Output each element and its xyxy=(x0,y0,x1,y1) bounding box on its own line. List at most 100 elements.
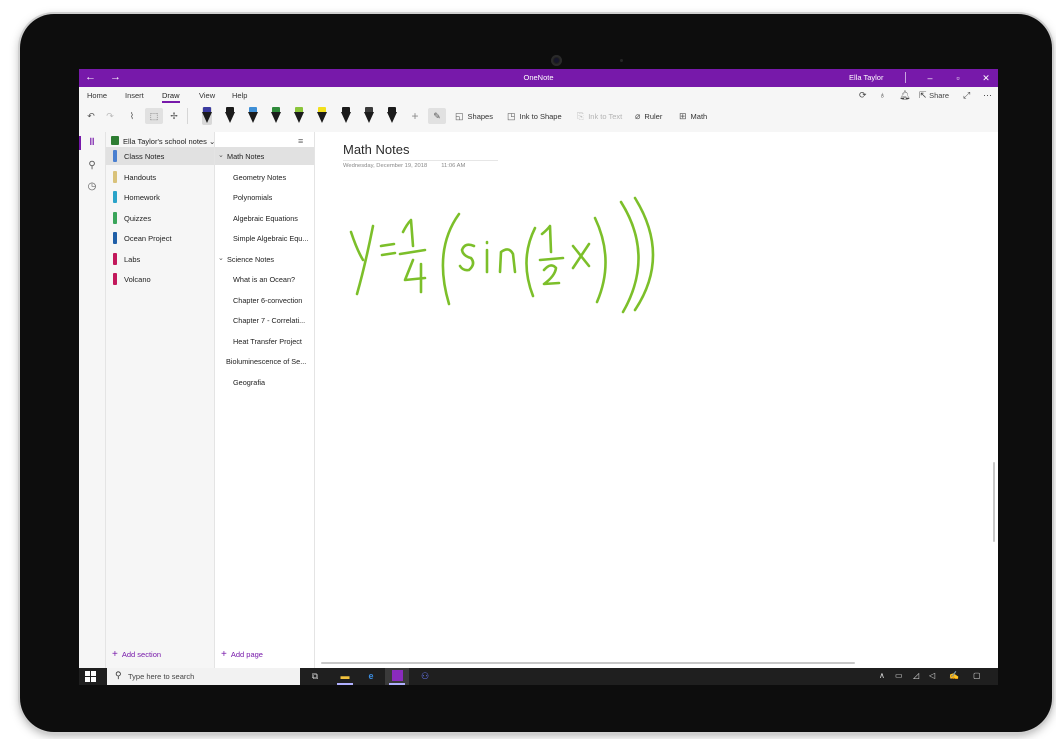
horizontal-scrollbar[interactable] xyxy=(321,662,855,664)
recent-clock-icon[interactable]: ◷ xyxy=(79,178,105,196)
chevron-down-icon[interactable]: ⌄ xyxy=(218,151,224,159)
lasso-select-icon[interactable]: ⌇ xyxy=(124,108,140,124)
section-item[interactable]: Ocean Project xyxy=(106,229,214,247)
pages-pane: ≡ ⌄ Math Notes Geometry Notes Polynomials Al… xyxy=(215,132,315,668)
ruler-icon: ⌀ xyxy=(635,111,641,121)
network-icon[interactable]: ◿ xyxy=(913,671,919,680)
user-name[interactable]: Ella Taylor xyxy=(849,73,883,82)
vertical-scrollbar[interactable] xyxy=(993,462,995,542)
start-tile xyxy=(91,671,96,676)
task-view-icon[interactable]: ⧉ xyxy=(303,668,327,685)
section-label: Handouts xyxy=(124,172,157,182)
page-group-item[interactable]: ⌄ Science Notes xyxy=(215,250,314,268)
page-item[interactable]: Chapter 7 - Correlati... xyxy=(215,311,314,329)
page-item[interactable]: What is an Ocean? xyxy=(215,270,314,288)
sort-pages-icon[interactable]: ≡ xyxy=(298,136,303,146)
draw-toolbar: ↶ ↷ ⌇ ⬚ ✢ + ✎ ◱ Shapes ◳ Ink to Shape ⎘ Ink… xyxy=(79,104,998,128)
notification-bell-icon[interactable]: 🔔︎ xyxy=(899,90,910,101)
page-item[interactable]: Simple Algebraic Equ... xyxy=(215,229,314,247)
notebooks-icon[interactable]: 𝍫 xyxy=(79,134,105,152)
section-item[interactable]: Handouts xyxy=(106,168,214,186)
chevron-down-icon[interactable]: ⌄ xyxy=(218,254,224,262)
taskbar-search-box[interactable]: ⚲ Type here to search xyxy=(107,668,300,685)
section-item[interactable]: Homework xyxy=(106,188,214,206)
page-item[interactable]: Geografia xyxy=(215,373,314,391)
ink-to-shape-button[interactable]: ◳ Ink to Shape xyxy=(507,109,562,123)
pen-4[interactable] xyxy=(271,107,281,125)
tab-draw[interactable]: Draw xyxy=(162,91,180,103)
pen-3[interactable] xyxy=(248,107,258,125)
action-center-icon[interactable]: ▢ xyxy=(973,671,981,680)
close-button[interactable]: ✕ xyxy=(977,71,995,85)
notebook-picker[interactable]: Ella Taylor's school notes ⌄ xyxy=(111,136,215,146)
pen-2[interactable] xyxy=(225,107,235,125)
add-page-button[interactable]: + Add page xyxy=(221,649,263,660)
highlighter-2[interactable] xyxy=(317,107,327,125)
fullscreen-icon[interactable]: ⤢ xyxy=(963,90,970,101)
minimize-button[interactable]: – xyxy=(921,71,939,85)
pen-6[interactable] xyxy=(364,107,374,125)
undo-icon[interactable]: ↶ xyxy=(85,108,97,124)
add-section-label: Add section xyxy=(121,650,162,659)
add-pen-icon[interactable]: + xyxy=(408,108,422,124)
start-tile xyxy=(91,677,96,682)
page-item[interactable]: Bioluminescence of Se... xyxy=(215,352,314,370)
page-group-item[interactable]: ⌄ Math Notes xyxy=(215,147,314,165)
chevron-up-icon[interactable]: ∧ xyxy=(879,671,885,680)
section-item[interactable]: Volcano xyxy=(106,270,214,288)
page-item[interactable]: Geometry Notes xyxy=(215,168,314,186)
volume-icon[interactable]: ◁ xyxy=(929,671,935,680)
add-space-icon[interactable]: ✢ xyxy=(167,108,181,124)
ink-stroke xyxy=(540,224,553,254)
teams-icon[interactable]: ⚇ xyxy=(413,668,437,685)
handwritten-equation[interactable] xyxy=(345,176,675,316)
ruler-button[interactable]: ⌀ Ruler xyxy=(635,109,662,123)
page-canvas[interactable]: Math Notes Wednesday, December 19, 2018 1… xyxy=(315,132,998,664)
notebook-name: Ella Taylor's school notes xyxy=(123,137,207,146)
more-options-icon[interactable]: ⋯ xyxy=(983,90,992,101)
section-label: Class Notes xyxy=(124,152,165,161)
lightbulb-icon[interactable]: ♁ xyxy=(879,90,886,100)
section-item[interactable]: Quizzes xyxy=(106,209,214,227)
section-item[interactable]: Class Notes xyxy=(106,147,214,165)
onenote-app-icon[interactable] xyxy=(385,668,409,685)
redo-icon[interactable]: ↷ xyxy=(104,108,116,124)
file-explorer-icon[interactable]: ▬ xyxy=(333,668,357,685)
share-button[interactable]: ⇱ Share xyxy=(919,90,949,101)
page-item[interactable]: Chapter 6-convection xyxy=(215,291,314,309)
sync-icon[interactable]: ⟳ xyxy=(859,90,867,101)
ink-stroke xyxy=(355,224,375,296)
section-color-swatch xyxy=(113,191,117,203)
highlighter-1[interactable] xyxy=(294,107,304,125)
page-item[interactable]: Algebraic Equations xyxy=(215,209,314,227)
ink-stroke xyxy=(398,248,427,256)
edge-browser-icon[interactable]: e xyxy=(359,668,383,685)
pen-5[interactable] xyxy=(341,107,351,125)
add-section-button[interactable]: + Add section xyxy=(112,649,161,660)
pen-7[interactable] xyxy=(387,107,397,125)
pen-1[interactable] xyxy=(202,107,212,125)
search-icon[interactable]: ⚲ xyxy=(79,157,105,175)
shapes-button[interactable]: ◱ Shapes xyxy=(455,109,493,123)
tab-help[interactable]: Help xyxy=(232,91,247,100)
windows-start-icon[interactable] xyxy=(85,671,96,682)
ink-to-text-button[interactable]: ⎘ Ink to Text xyxy=(577,109,622,123)
page-item[interactable]: Polynomials xyxy=(215,188,314,206)
battery-icon[interactable]: ▭ xyxy=(895,671,903,680)
tab-insert[interactable]: Insert xyxy=(125,91,144,100)
restore-button[interactable]: ▫ xyxy=(949,71,967,85)
tab-home[interactable]: Home xyxy=(87,91,107,100)
ink-replay-icon[interactable]: ✎ xyxy=(428,108,446,124)
page-item[interactable]: Heat Transfer Project xyxy=(215,332,314,350)
section-item[interactable]: Labs xyxy=(106,250,214,268)
page-label: Polynomials xyxy=(233,193,273,202)
toolbar-divider xyxy=(187,108,188,124)
section-color-swatch xyxy=(113,232,117,244)
tab-view[interactable]: View xyxy=(199,91,215,100)
page-title[interactable]: Math Notes xyxy=(343,142,409,157)
search-icon: ⚲ xyxy=(115,670,122,680)
math-button[interactable]: ⊞ Math xyxy=(679,109,707,123)
pen-workspace-icon[interactable]: ✍ xyxy=(949,671,959,680)
select-objects-icon[interactable]: ⬚ xyxy=(145,108,163,124)
page-label: Heat Transfer Project xyxy=(233,336,302,346)
